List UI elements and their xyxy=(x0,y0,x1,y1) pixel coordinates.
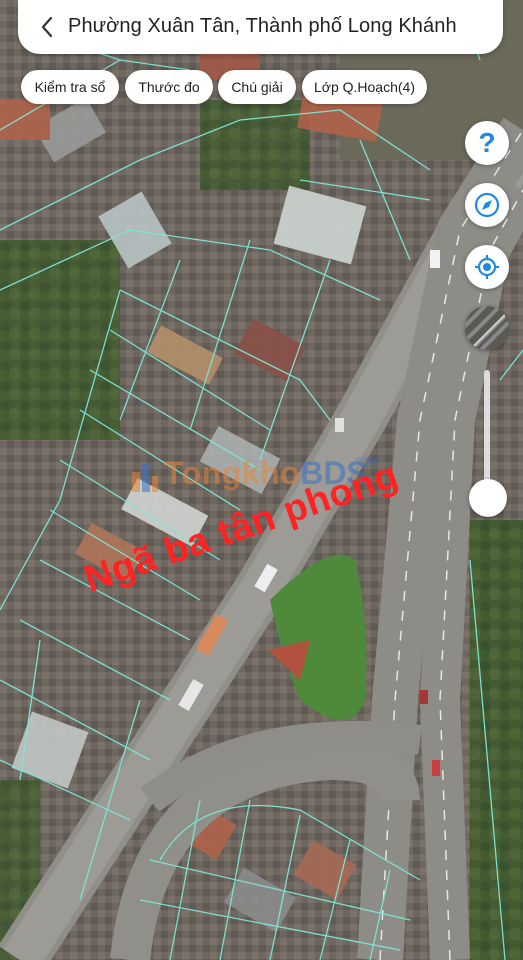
watermark-main: Tongkho xyxy=(164,455,301,491)
location-title: Phường Xuân Tân, Thành phố Long Khánh xyxy=(68,15,457,37)
chip-legend[interactable]: Chú giải xyxy=(218,70,296,104)
chip-label: Thước đo xyxy=(138,79,200,95)
chip-check-title[interactable]: Kiểm tra sổ xyxy=(21,70,119,104)
chip-measure[interactable]: Thước đo xyxy=(125,70,213,104)
chip-label: Chú giải xyxy=(231,79,283,95)
chip-planning-layer[interactable]: Lớp Q.Hoạch(4) xyxy=(302,70,427,104)
compass-icon xyxy=(474,192,500,218)
crosshair-icon xyxy=(475,255,499,279)
chip-label: Lớp Q.Hoạch(4) xyxy=(313,79,415,95)
back-button[interactable] xyxy=(32,10,62,44)
chip-label: Kiểm tra sổ xyxy=(34,79,106,95)
help-icon: ? xyxy=(478,127,496,158)
chevron-left-icon xyxy=(41,16,53,38)
locate-button[interactable] xyxy=(465,245,509,289)
header-bar: Phường Xuân Tân, Thành phố Long Khánh xyxy=(18,0,503,54)
watermark-logo-icon xyxy=(132,464,158,492)
opacity-slider-handle[interactable] xyxy=(469,479,507,517)
compass-button[interactable] xyxy=(465,183,509,227)
satellite-layer-icon[interactable] xyxy=(465,306,509,350)
help-button[interactable]: ? xyxy=(465,121,509,165)
